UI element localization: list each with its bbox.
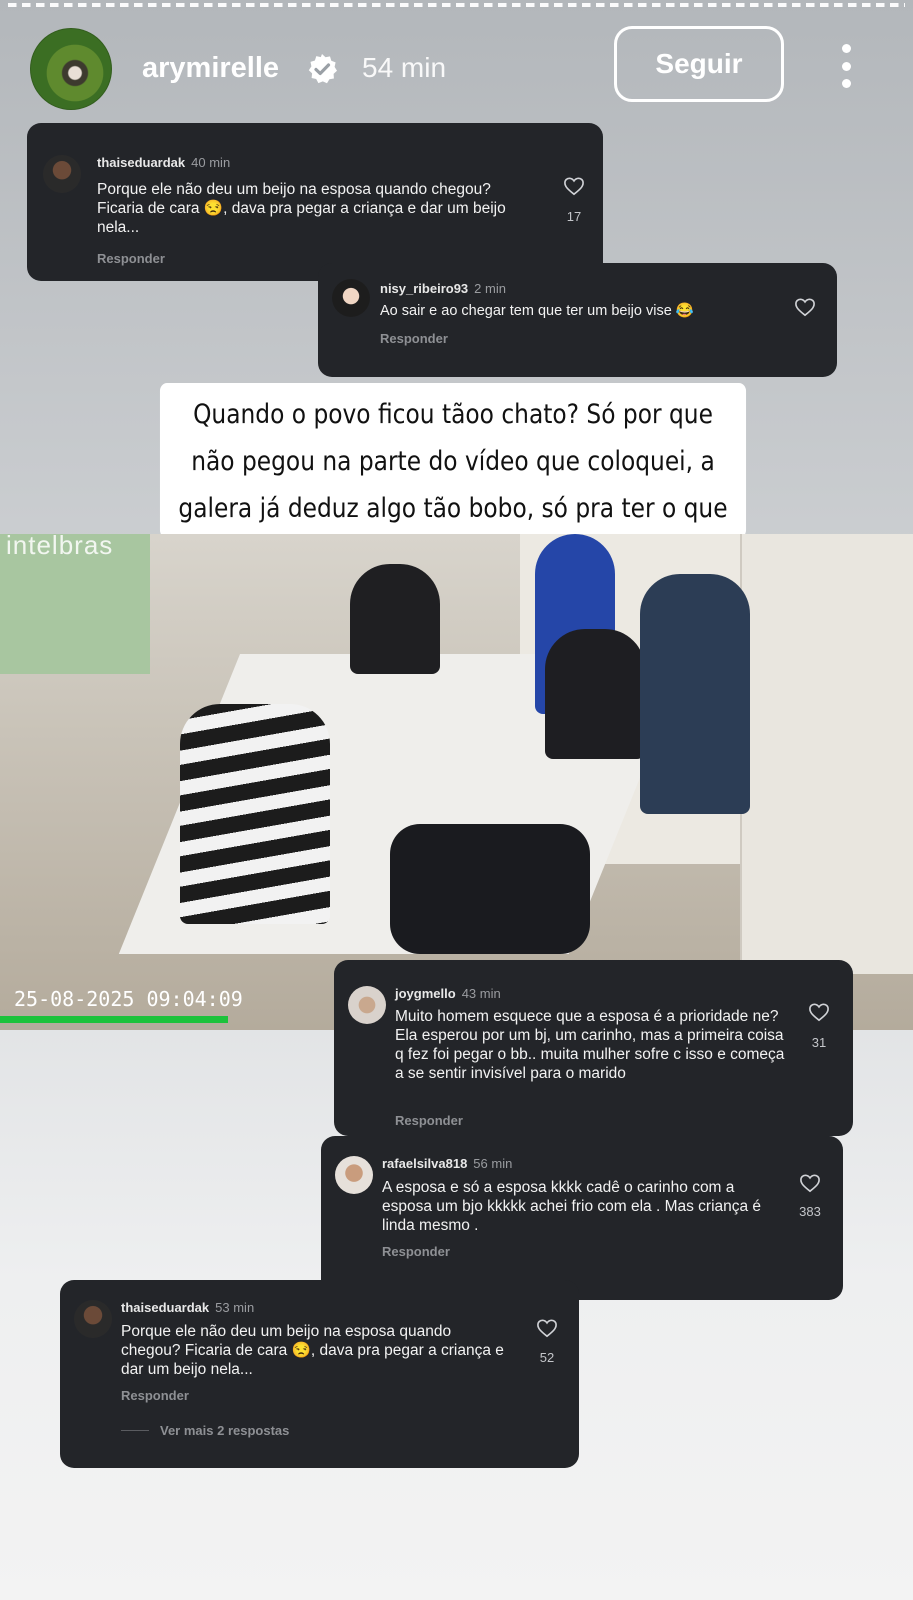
reply-button[interactable]: Responder (382, 1244, 450, 1259)
comment-avatar[interactable] (43, 155, 81, 193)
heart-icon[interactable] (563, 176, 585, 196)
comment-card: thaiseduardak 40 min Porque ele não deu u… (27, 123, 603, 281)
story-username[interactable]: arymirelle (142, 52, 279, 85)
comment-text: Porque ele não deu um beijo na esposa qu… (97, 181, 506, 236)
comment-card: thaiseduardak 53 min Porque ele não deu u… (60, 1280, 579, 1468)
like-count: 383 (799, 1204, 821, 1219)
comment-username[interactable]: thaiseduardak 53 min (121, 1300, 254, 1315)
heart-icon[interactable] (536, 1318, 558, 1338)
comment-text: Muito homem esquece que a esposa é a pri… (395, 1008, 785, 1082)
comment-text: Ao sair e ao chegar tem que ter um beijo… (380, 303, 694, 319)
video-progress-bar (0, 1016, 229, 1023)
avatar[interactable] (30, 28, 112, 110)
comment-time: 53 min (215, 1300, 255, 1315)
like-count: 17 (566, 209, 582, 224)
follow-button[interactable]: Seguir (614, 26, 784, 102)
comment-text: A esposa e só a esposa kkkk cadê o carin… (382, 1179, 762, 1234)
comment-username[interactable]: thaiseduardak 40 min (97, 155, 230, 170)
story-time: 54 min (362, 52, 447, 83)
comment-time: 56 min (473, 1156, 513, 1171)
more-replies-line (121, 1430, 149, 1431)
comment-card: nisy_ribeiro93 2 min Ao sair e ao chegar … (318, 263, 837, 377)
story-progress-bar (8, 3, 905, 7)
video-timestamp: 25-08-2025 09:04:09 (14, 987, 243, 1011)
comment-time: 43 min (461, 986, 501, 1001)
comment-card: rafaelsilva818 56 min A esposa e só a esp… (321, 1136, 843, 1300)
heart-icon[interactable] (794, 297, 816, 317)
like-count: 52 (539, 1350, 555, 1365)
story-caption: Quando o povo ficou tãoo chato? Só por q… (159, 383, 747, 571)
view-more-replies-button[interactable]: Ver mais 2 respostas (160, 1423, 289, 1438)
verified-badge-icon (308, 54, 337, 84)
reply-button[interactable]: Responder (121, 1388, 189, 1403)
reply-button[interactable]: Responder (380, 331, 448, 346)
comment-username[interactable]: joygmello 43 min (395, 986, 501, 1001)
like-count: 31 (811, 1035, 827, 1050)
comment-username[interactable]: rafaelsilva818 56 min (382, 1156, 512, 1171)
reply-button[interactable]: Responder (97, 251, 165, 266)
comment-time: 2 min (474, 281, 506, 296)
comment-avatar[interactable] (332, 279, 370, 317)
comment-avatar[interactable] (335, 1156, 373, 1194)
reply-button[interactable]: Responder (395, 1113, 463, 1128)
comment-card: joygmello 43 min Muito homem esquece que … (334, 960, 853, 1136)
video-frame[interactable]: intelbras 25-08-2025 09:04:09 (0, 534, 913, 1030)
comment-time: 40 min (191, 155, 231, 170)
comment-avatar[interactable] (74, 1300, 112, 1338)
more-vertical-icon[interactable] (840, 44, 852, 88)
comment-text: Porque ele não deu um beijo na esposa qu… (121, 1323, 504, 1378)
heart-icon[interactable] (808, 1002, 830, 1022)
comment-avatar[interactable] (348, 986, 386, 1024)
camera-brand: intelbras (6, 534, 114, 560)
comment-username[interactable]: nisy_ribeiro93 2 min (380, 281, 506, 296)
story-header: arymirelle 54 min Seguir (30, 26, 883, 110)
heart-icon[interactable] (799, 1173, 821, 1193)
